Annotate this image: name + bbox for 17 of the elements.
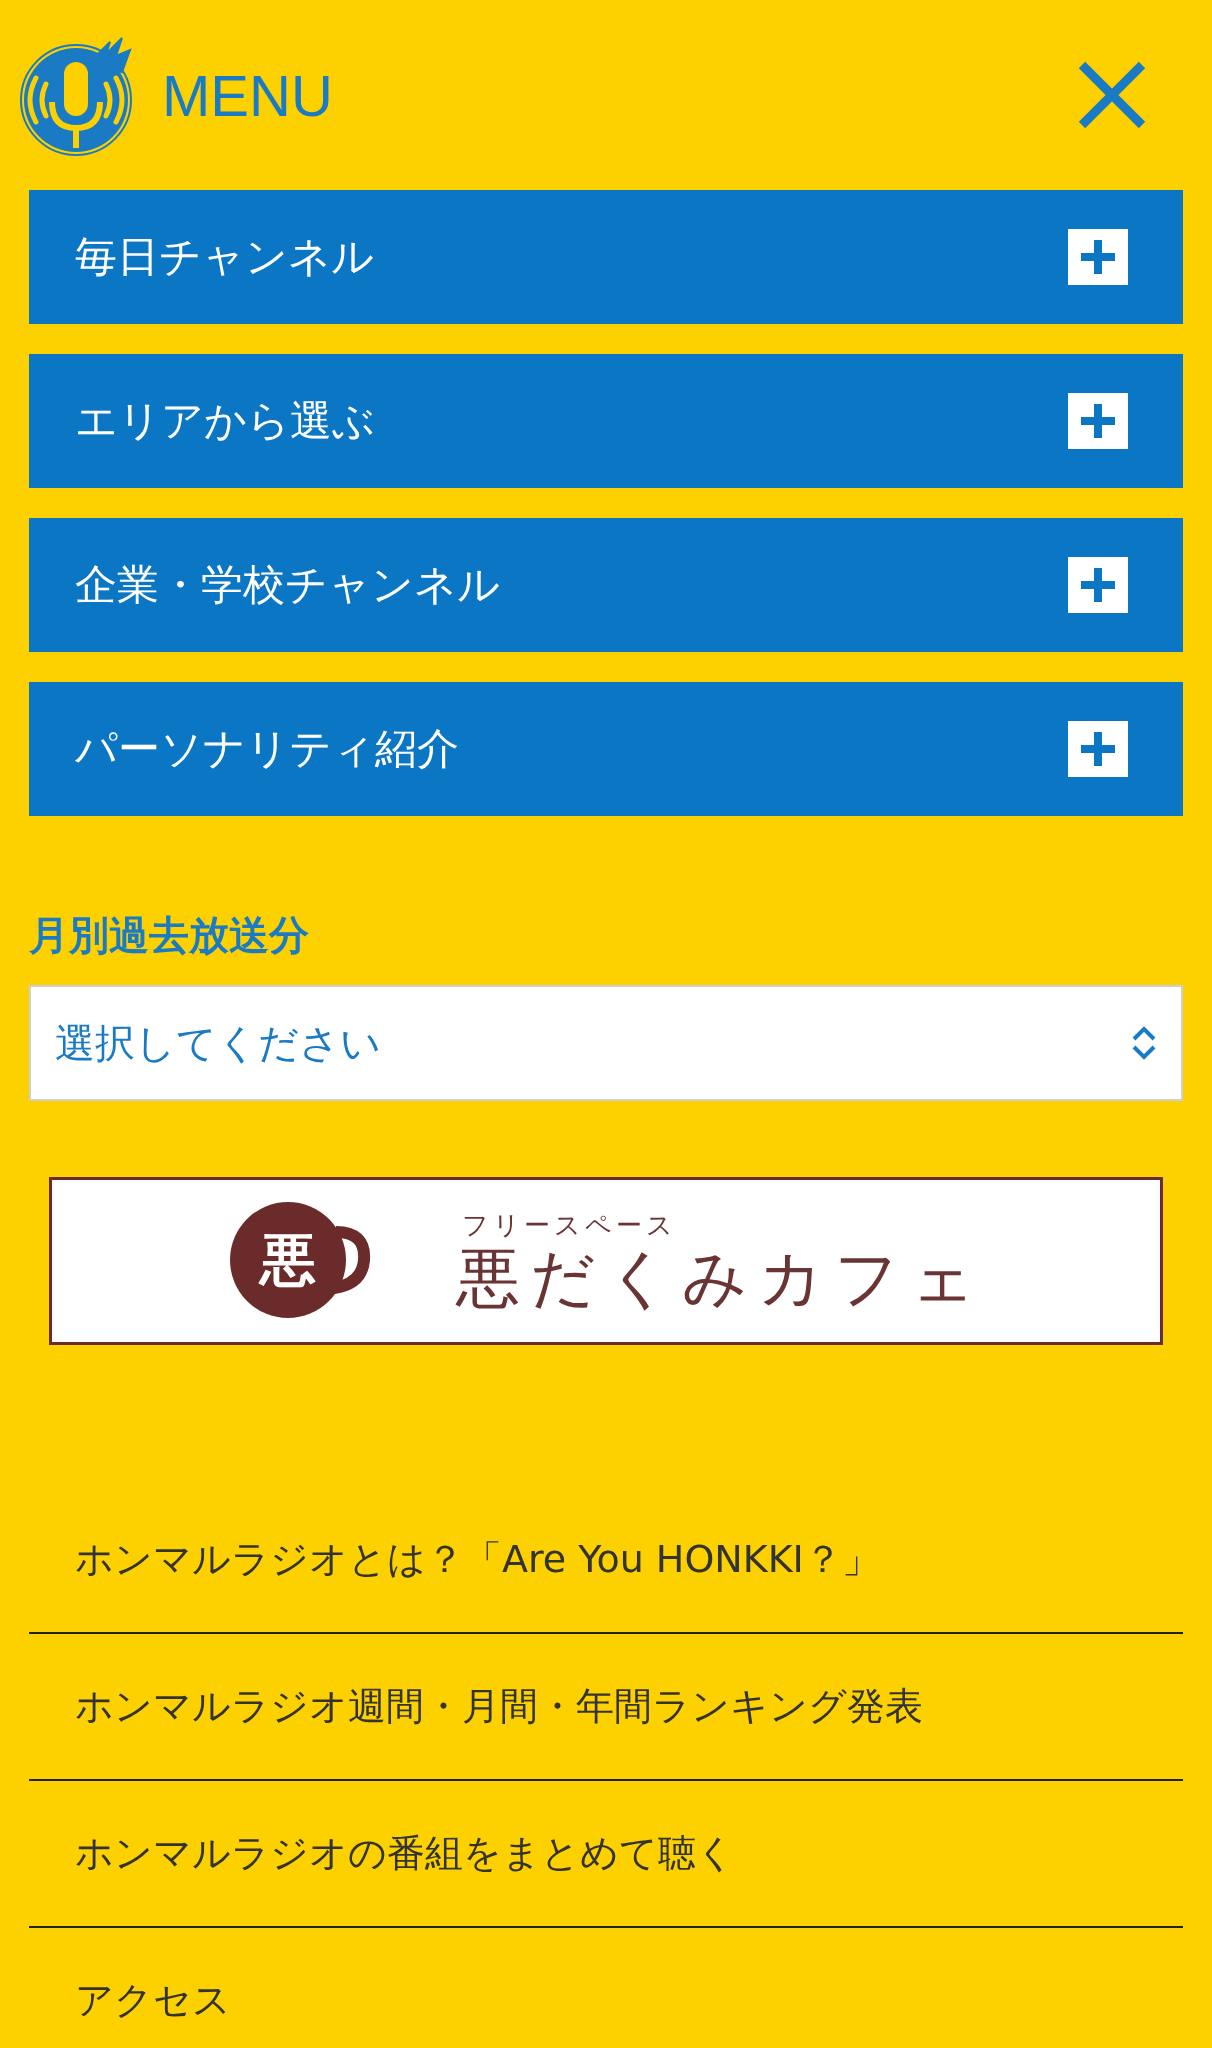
menu-title: MENU [162, 61, 333, 129]
menu-link[interactable]: ホンマルラジオとは？「Are You HONKKI？」 [29, 1487, 1183, 1634]
accordion-header[interactable]: パーソナリティ紹介 [29, 682, 1183, 816]
accordion-header[interactable]: 毎日チャンネル [29, 190, 1183, 324]
accordion-header[interactable]: エリアから選ぶ [29, 354, 1183, 488]
close-icon[interactable] [1076, 59, 1148, 131]
cafe-banner[interactable]: 悪 フリースペース 悪だくみカフェ [49, 1177, 1163, 1345]
banner-title: 悪だくみカフェ [456, 1243, 986, 1314]
menu-link[interactable]: アクセス [29, 1928, 1183, 2048]
menu-link[interactable]: ホンマルラジオ週間・月間・年間ランキング発表 [29, 1634, 1183, 1781]
section-heading: 月別過去放送分 [29, 911, 310, 960]
accordion-header[interactable]: 企業・学校チャンネル [29, 518, 1183, 652]
mug-text: 悪 [257, 1226, 317, 1294]
chevron-updown-icon [1131, 1025, 1157, 1061]
month-select[interactable]: 選択してください [29, 985, 1183, 1101]
menu-link[interactable]: ホンマルラジオの番組をまとめて聴く [29, 1781, 1183, 1928]
banner-subtitle: フリースペース [462, 1209, 678, 1243]
